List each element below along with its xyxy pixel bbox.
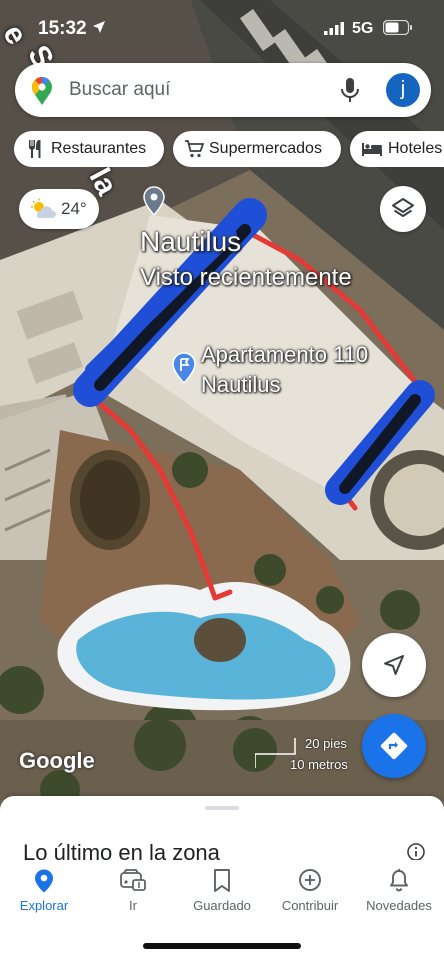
search-input[interactable] — [69, 76, 319, 104]
cart-icon — [185, 140, 204, 158]
layers-button[interactable] — [380, 186, 426, 232]
place-pin-icon[interactable] — [143, 186, 165, 216]
google-logo: Google — [19, 748, 95, 773]
scale-meters-label: 10 metros — [290, 757, 348, 772]
plus-circle-icon — [299, 869, 321, 891]
battery-icon — [383, 20, 412, 35]
network-type: 5G — [352, 20, 374, 37]
scale-feet-label: 20 pies — [305, 736, 347, 751]
nav-saved[interactable]: Guardado — [177, 868, 267, 926]
bookmark-icon — [214, 869, 230, 892]
status-time: 15:32 — [38, 18, 87, 39]
apartment-pin-label-line2[interactable]: Nautilus — [201, 372, 280, 398]
bed-icon — [362, 143, 382, 156]
explore-pin-icon — [35, 869, 53, 893]
nav-label: Novedades — [366, 898, 432, 913]
location-arrow-icon — [93, 21, 105, 33]
nav-explore[interactable]: Explorar — [0, 868, 89, 926]
nav-label: Guardado — [193, 898, 251, 913]
apartment-pin-icon[interactable] — [172, 352, 196, 384]
layers-icon — [392, 198, 414, 217]
place-name-label[interactable]: Nautilus — [140, 226, 241, 258]
navigation-arrow-icon — [384, 655, 404, 675]
chip-restaurants[interactable]: Restaurantes — [14, 131, 164, 167]
directions-button[interactable] — [362, 714, 426, 778]
utensils-icon — [29, 140, 41, 158]
google-maps-pin-icon — [32, 77, 52, 105]
home-indicator[interactable] — [143, 943, 301, 949]
car-icon — [120, 869, 146, 891]
nav-contribute[interactable]: Contribuir — [265, 868, 355, 926]
info-icon[interactable] — [406, 842, 426, 862]
chip-label: Restaurantes — [51, 140, 147, 157]
weather-temperature: 24° — [61, 199, 87, 218]
sheet-drag-handle[interactable] — [205, 806, 239, 810]
account-avatar[interactable]: j — [386, 73, 420, 107]
nav-label: Contribuir — [281, 898, 339, 913]
signal-icon — [324, 22, 344, 35]
bell-icon — [390, 868, 408, 892]
status-bar: 15:32 5G — [0, 0, 444, 56]
nav-updates[interactable]: Novedades — [354, 868, 444, 926]
map-scale: 20 pies 10 metros — [255, 734, 355, 774]
directions-icon — [380, 732, 408, 760]
nav-label: Explorar — [19, 898, 69, 913]
nav-go[interactable]: Ir — [88, 868, 178, 926]
place-subtitle-label: Visto recientemente — [140, 264, 352, 291]
chip-hotels[interactable]: Hoteles — [350, 131, 444, 167]
partly-cloudy-icon — [31, 198, 56, 218]
nav-label: Ir — [129, 898, 137, 913]
microphone-icon[interactable] — [339, 76, 361, 104]
chip-label: Supermercados — [209, 140, 322, 157]
category-chips: Restaurantes Supermercados Hoteles — [14, 131, 444, 167]
chip-label: Hoteles — [388, 140, 443, 157]
weather-widget[interactable]: 24° — [19, 189, 99, 229]
chip-supermarkets[interactable]: Supermercados — [173, 131, 341, 167]
my-location-button[interactable] — [362, 633, 426, 697]
search-bar[interactable]: j — [15, 63, 431, 117]
apartment-pin-label-line1[interactable]: Apartamento 110 — [201, 342, 368, 368]
